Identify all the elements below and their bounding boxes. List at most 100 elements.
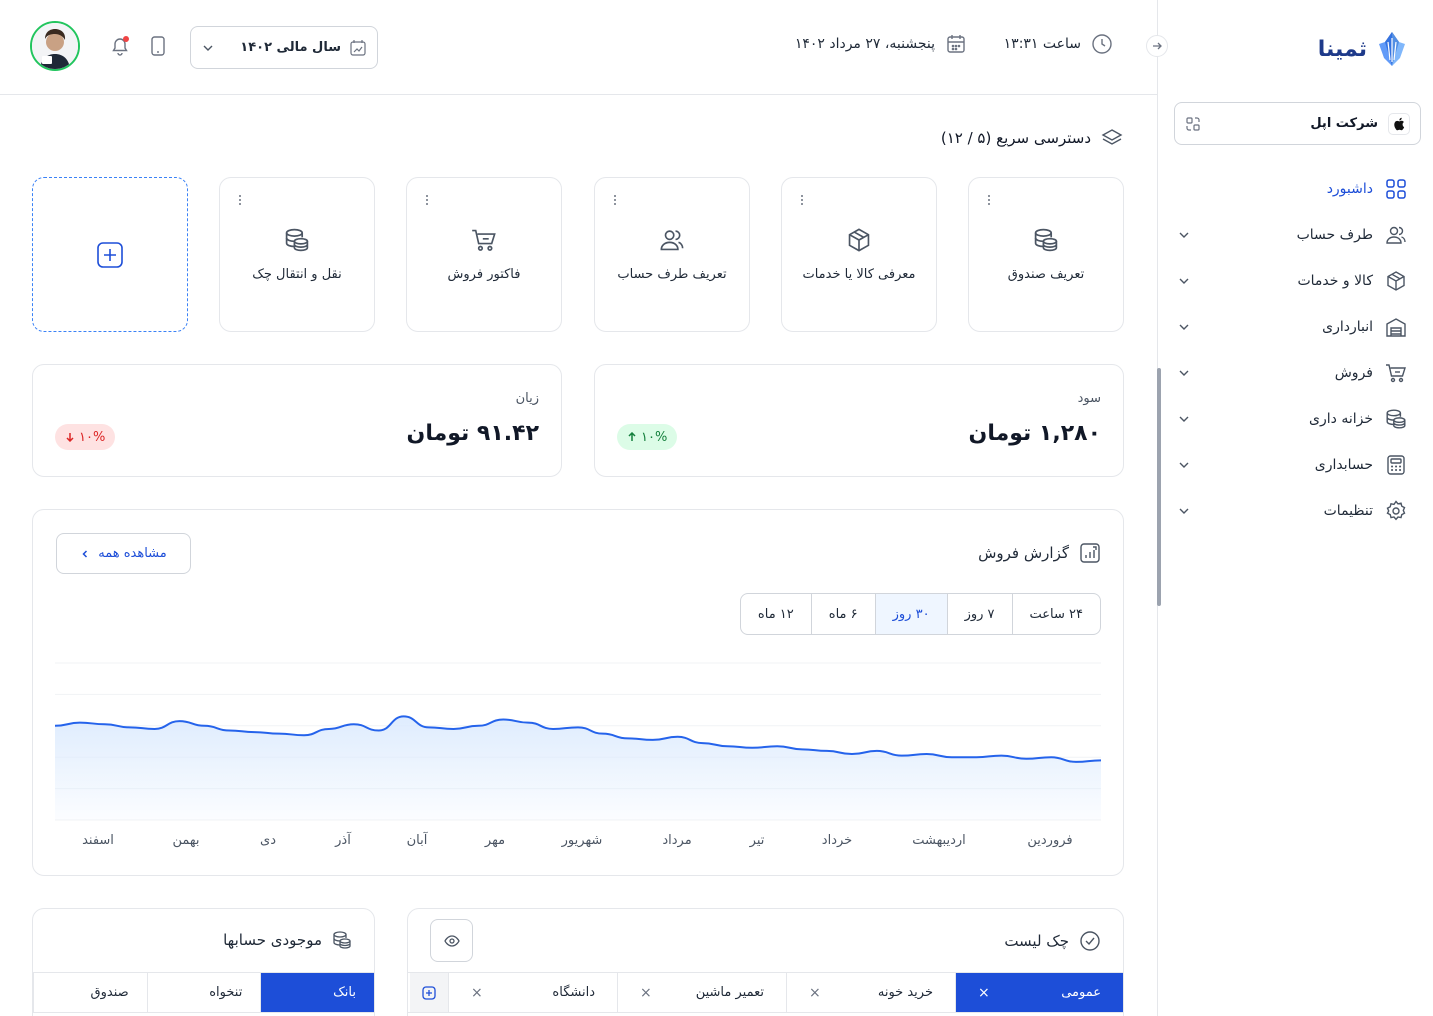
sidebar-item[interactable]: فروش	[1157, 350, 1433, 396]
checklist-title-text: چک لیست	[1004, 932, 1069, 950]
chevron-down-icon[interactable]	[1177, 228, 1191, 242]
period-tab[interactable]: ۶ ماه	[810, 594, 875, 634]
time-text: ساعت ۱۳:۳۱	[1003, 36, 1081, 52]
sidebar-item-label: کالا و خدمات	[1297, 273, 1373, 289]
arrow-up-icon	[628, 432, 636, 441]
chevron-down-icon[interactable]	[1177, 412, 1191, 426]
coins-icon	[1385, 408, 1407, 430]
x-tick-label: بهمن	[172, 833, 199, 848]
quick-access-card[interactable]: معرفی کالا یا خدمات	[781, 177, 937, 332]
more-vertical-icon[interactable]	[425, 194, 429, 206]
close-icon[interactable]: ×	[978, 985, 990, 1001]
period-tab[interactable]: ۳۰ روز	[874, 594, 947, 634]
quick-access-card[interactable]: فاکتور فروش	[406, 177, 562, 332]
sidebar-item[interactable]: انبارداری	[1157, 304, 1433, 350]
more-vertical-icon[interactable]	[987, 194, 991, 206]
fiscal-year-select[interactable]: سال مالی ۱۴۰۲	[190, 26, 378, 69]
checklist-tab[interactable]: عمومی ×	[955, 973, 1123, 1012]
switch-icon[interactable]	[1185, 116, 1201, 132]
profit-value: ۱,۲۸۰ تومان	[968, 421, 1101, 446]
balance-tab[interactable]: بانک	[260, 973, 374, 1012]
chevron-down-icon[interactable]	[1177, 504, 1191, 518]
sidebar-item[interactable]: خزانه داری	[1157, 396, 1433, 442]
quick-access-card[interactable]: تعریف طرف حساب	[594, 177, 750, 332]
quick-access-card[interactable]: نقل و انتقال چک	[219, 177, 375, 332]
company-selector[interactable]: شرکت اپل	[1174, 102, 1421, 145]
quick-access-card[interactable]: تعریف صندوق	[968, 177, 1124, 332]
plus-icon	[96, 241, 124, 269]
view-all-button[interactable]: مشاهده همه	[56, 533, 191, 574]
checklist-tab-label: دانشگاه	[552, 985, 595, 1000]
x-tick-label: خرداد	[822, 833, 852, 848]
sidebar-item[interactable]: داشبورد	[1157, 166, 1433, 212]
checklist-tab[interactable]: تعمیر ماشین ×	[617, 973, 786, 1012]
more-vertical-icon[interactable]	[613, 194, 617, 206]
bar-chart-icon	[1079, 542, 1101, 564]
brand[interactable]: ثمینا	[1318, 30, 1407, 68]
sidebar-item[interactable]: تنظیمات	[1157, 488, 1433, 534]
checklist-tab-label: عمومی	[1061, 985, 1101, 1000]
profit-change-badge: ۱۰%	[617, 424, 678, 450]
more-vertical-icon[interactable]	[238, 194, 242, 206]
x-tick-label: آذر	[334, 831, 352, 848]
users-icon	[659, 227, 685, 253]
x-tick-label: مرداد	[662, 833, 691, 848]
show-checklist-button[interactable]	[430, 919, 473, 962]
cart-icon	[1385, 362, 1407, 384]
check-circle-icon	[1079, 930, 1101, 952]
avatar[interactable]	[30, 21, 80, 71]
sidebar-scrollbar[interactable]	[1157, 368, 1161, 606]
sidebar-item[interactable]: حسابداری	[1157, 442, 1433, 488]
collapse-sidebar-button[interactable]	[1146, 35, 1168, 57]
sidebar-item-label: انبارداری	[1322, 319, 1373, 335]
chevron-down-icon[interactable]	[1177, 458, 1191, 472]
sidebar-item[interactable]: کالا و خدمات	[1157, 258, 1433, 304]
add-quick-access-button[interactable]	[32, 177, 188, 332]
quick-access-label: معرفی کالا یا خدمات	[802, 267, 916, 282]
chevron-down-icon[interactable]	[1177, 320, 1191, 334]
calendar-icon	[945, 33, 967, 55]
quick-access-label: تعریف طرف حساب	[617, 267, 727, 282]
coins-icon	[284, 227, 310, 253]
notifications-button[interactable]	[110, 36, 130, 56]
header-actions	[30, 21, 166, 71]
period-tab[interactable]: ۲۴ ساعت	[1011, 594, 1100, 634]
plus-icon	[422, 985, 436, 1000]
chevron-down-icon[interactable]	[1177, 366, 1191, 380]
grid-icon	[1385, 178, 1407, 200]
sales-report-title-text: گزارش فروش	[978, 544, 1069, 562]
period-tab[interactable]: ۷ روز	[946, 594, 1012, 634]
close-icon[interactable]: ×	[809, 985, 821, 1001]
quick-access-title-text: دسترسی سریع (۵ / ۱۲)	[940, 129, 1091, 147]
sales-report-title: گزارش فروش	[978, 542, 1101, 564]
loss-change-badge: ۱۰%	[55, 424, 116, 450]
loss-card: زیان ۹۱.۴۲ تومان ۱۰%	[32, 364, 562, 477]
fiscal-year-label: سال مالی ۱۴۰۲	[240, 40, 341, 55]
sidebar-item-label: داشبورد	[1326, 181, 1373, 197]
notification-dot	[123, 36, 129, 42]
mobile-app-button[interactable]	[150, 36, 166, 56]
account-balances-card: موجودی حسابها بانک تنخواه صندوق	[32, 908, 375, 1016]
gear-icon	[1385, 500, 1407, 522]
x-tick-label: آبان	[407, 831, 429, 848]
sidebar: ثمینا شرکت اپل داشبورد طرف حساب کالا و خدم…	[1157, 0, 1433, 1016]
add-checklist-tab-button[interactable]	[410, 973, 448, 1012]
clock-icon	[1091, 33, 1113, 55]
sidebar-item-label: فروش	[1334, 365, 1373, 381]
balance-tab[interactable]: تنخواه	[146, 973, 261, 1012]
period-tabs: ۲۴ ساعت ۷ روز ۳۰ روز ۶ ماه ۱۲ ماه	[739, 593, 1101, 635]
close-icon[interactable]: ×	[471, 985, 483, 1001]
period-tab[interactable]: ۱۲ ماه	[741, 594, 811, 634]
checklist-card: چک لیست عمومی × خرید خونه × تعمیر ماشین × دانش…	[407, 908, 1124, 1016]
more-vertical-icon[interactable]	[800, 194, 804, 206]
company-name: شرکت اپل	[1310, 116, 1378, 131]
x-tick-label: اردیبهشت	[912, 833, 966, 848]
checklist-tab[interactable]: خرید خونه ×	[786, 973, 955, 1012]
chevron-down-icon[interactable]	[1177, 274, 1191, 288]
cart-icon	[471, 227, 497, 253]
close-icon[interactable]: ×	[640, 985, 652, 1001]
sidebar-item[interactable]: طرف حساب	[1157, 212, 1433, 258]
chart-calendar-icon	[349, 39, 367, 57]
checklist-tab[interactable]: دانشگاه ×	[448, 973, 617, 1012]
balance-tab[interactable]: صندوق	[33, 973, 147, 1012]
